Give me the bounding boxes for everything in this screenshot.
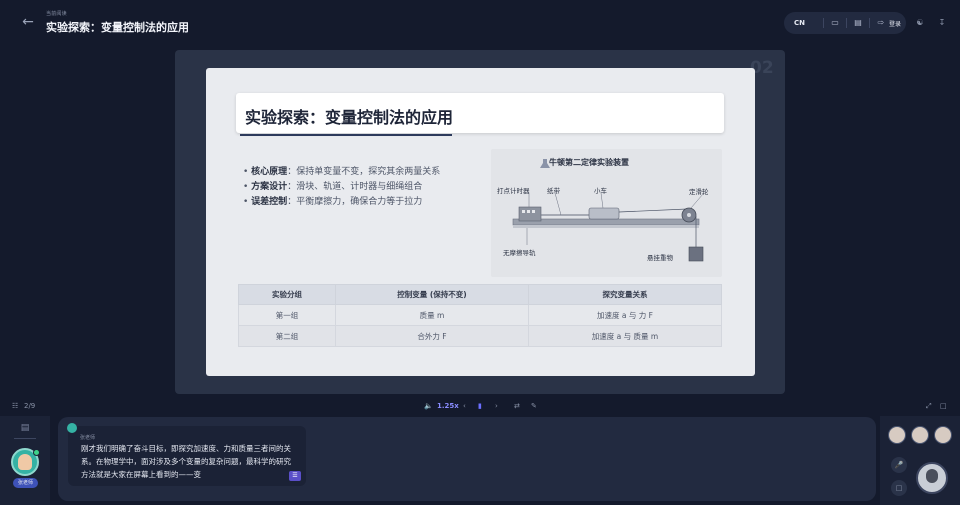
apparatus-drawing bbox=[512, 159, 704, 262]
toolbar-pill: CN ▭ ▤ ⇨ 登录 bbox=[784, 12, 906, 34]
table-cell: 第一组 bbox=[238, 304, 336, 326]
speaker-avatar bbox=[67, 423, 77, 433]
bullet-item: • 核心原理：保持单变量不变，探究其余两量关系 bbox=[243, 167, 441, 177]
table-row: 第一组 质量 m 加速度 a 与 力 F bbox=[238, 304, 722, 326]
student-avatar[interactable] bbox=[934, 426, 952, 444]
voice-wave-icon[interactable]: ☰ bbox=[289, 471, 301, 481]
login-button[interactable]: 登录 bbox=[889, 19, 901, 28]
slide: 实验探索：变量控制法的应用 • 核心原理：保持单变量不变，探究其余两量关系 • … bbox=[206, 68, 755, 376]
outline-icon[interactable]: ☷ bbox=[12, 400, 18, 412]
table-cell: 合外力 F bbox=[335, 325, 529, 347]
table-cell: 第二组 bbox=[238, 325, 336, 347]
speed-button[interactable]: 1.25x bbox=[437, 400, 459, 412]
presentation-icon[interactable]: ▤ bbox=[852, 17, 864, 29]
weight-shape bbox=[688, 246, 704, 262]
playback-controls: ☷ 2/9 🔈 1.25x ‹ ▮ › ⇄ ✎ ⤢ □ bbox=[0, 398, 960, 415]
page-indicator: 2/9 bbox=[24, 402, 36, 410]
table-header: 探究变量关系 bbox=[528, 284, 722, 305]
student-avatar[interactable] bbox=[911, 426, 929, 444]
monitor-icon[interactable]: ▭ bbox=[829, 17, 841, 29]
back-arrow-icon[interactable]: ← bbox=[20, 14, 36, 30]
avatar-face bbox=[926, 469, 938, 483]
top-header: ← 当前阅读 实验探索：变量控制法的应用 CN ▭ ▤ ⇨ 登录 ☯ ↧ bbox=[0, 0, 960, 46]
comment-icon[interactable]: □ bbox=[940, 400, 947, 412]
divider bbox=[869, 18, 870, 28]
login-icon[interactable]: ⇨ bbox=[875, 17, 887, 29]
breadcrumb: 当前阅读 bbox=[46, 11, 67, 17]
table-header-row: 实验分组 控制变量 (保持不变) 探究变量关系 bbox=[238, 284, 722, 305]
microphone-icon[interactable]: 🎤 bbox=[891, 457, 907, 473]
slide-title-box: 实验探索：变量控制法的应用 bbox=[236, 93, 724, 133]
table-cell: 加速度 a 与 质量 m bbox=[528, 325, 722, 347]
page-title: 实验探索：变量控制法的应用 bbox=[46, 21, 189, 34]
download-icon[interactable]: ↧ bbox=[936, 17, 948, 29]
string bbox=[618, 208, 688, 213]
book-icon[interactable]: ▤ bbox=[19, 422, 31, 434]
divider bbox=[14, 438, 36, 439]
chat-icon[interactable]: □ bbox=[891, 480, 907, 496]
bullet-list: • 核心原理：保持单变量不变，探究其余两量关系 • 方案设计：滑块、轨道、计时器… bbox=[243, 165, 440, 210]
volume-icon[interactable]: 🔈 bbox=[424, 400, 433, 412]
divider bbox=[846, 18, 847, 28]
label-track: 无摩擦导轨 bbox=[503, 249, 536, 257]
table-row: 第二组 合外力 F 加速度 a 与 质量 m bbox=[238, 325, 722, 347]
online-status-dot bbox=[33, 449, 40, 456]
slide-title: 实验探索：变量控制法的应用 bbox=[245, 108, 454, 127]
experiment-diagram: 牛顿第二定律实验装置 打点计时器 纸带 小车 定滑轮 无摩擦导轨 悬挂重物 bbox=[491, 149, 722, 277]
fullscreen-icon[interactable]: ⤢ bbox=[926, 400, 932, 412]
share-icon[interactable]: ☯ bbox=[914, 17, 926, 29]
divider bbox=[823, 18, 824, 28]
self-avatar[interactable] bbox=[916, 462, 948, 494]
message-text: 刚才我们明确了奋斗目标，即探究加速度、力和质量三者间的关系。在物理学中，面对涉及… bbox=[81, 444, 291, 479]
student-avatar[interactable] bbox=[888, 426, 906, 444]
table-header: 实验分组 bbox=[238, 284, 336, 305]
repeat-icon[interactable]: ⇄ bbox=[514, 400, 520, 412]
cart-shape bbox=[588, 207, 620, 220]
bullet-item: • 方案设计：滑块、轨道、计时器与细绳组合 bbox=[243, 182, 423, 192]
timer-shape bbox=[518, 206, 542, 222]
bullet-item: • 误差控制：平衡摩擦力，确保合力等于拉力 bbox=[243, 197, 423, 207]
title-underline bbox=[240, 134, 452, 136]
label-timer: 打点计时器 bbox=[497, 187, 530, 195]
speaker-name: 张老师 bbox=[80, 435, 96, 441]
diagram-title: 牛顿第二定律实验装置 bbox=[549, 158, 629, 167]
avatar-face bbox=[18, 454, 32, 470]
teacher-name-tag: 张老师 bbox=[13, 478, 38, 488]
track-base bbox=[513, 225, 699, 228]
table-cell: 质量 m bbox=[335, 304, 529, 326]
experiment-table: 实验分组 控制变量 (保持不变) 探究变量关系 第一组 质量 m 加速度 a 与… bbox=[238, 284, 722, 347]
pause-icon[interactable]: ▮ bbox=[478, 400, 482, 412]
pen-icon[interactable]: ✎ bbox=[531, 400, 537, 412]
language-toggle[interactable]: CN bbox=[794, 19, 818, 27]
label-tape: 纸带 bbox=[547, 187, 560, 195]
table-cell: 加速度 a 与 力 F bbox=[528, 304, 722, 326]
prev-page-icon[interactable]: ‹ bbox=[463, 400, 466, 412]
next-page-icon[interactable]: › bbox=[495, 400, 498, 412]
label-weight: 悬挂重物 bbox=[647, 254, 673, 262]
table-header: 控制变量 (保持不变) bbox=[335, 284, 529, 305]
label-pulley: 定滑轮 bbox=[689, 188, 709, 196]
label-cart: 小车 bbox=[594, 187, 607, 195]
